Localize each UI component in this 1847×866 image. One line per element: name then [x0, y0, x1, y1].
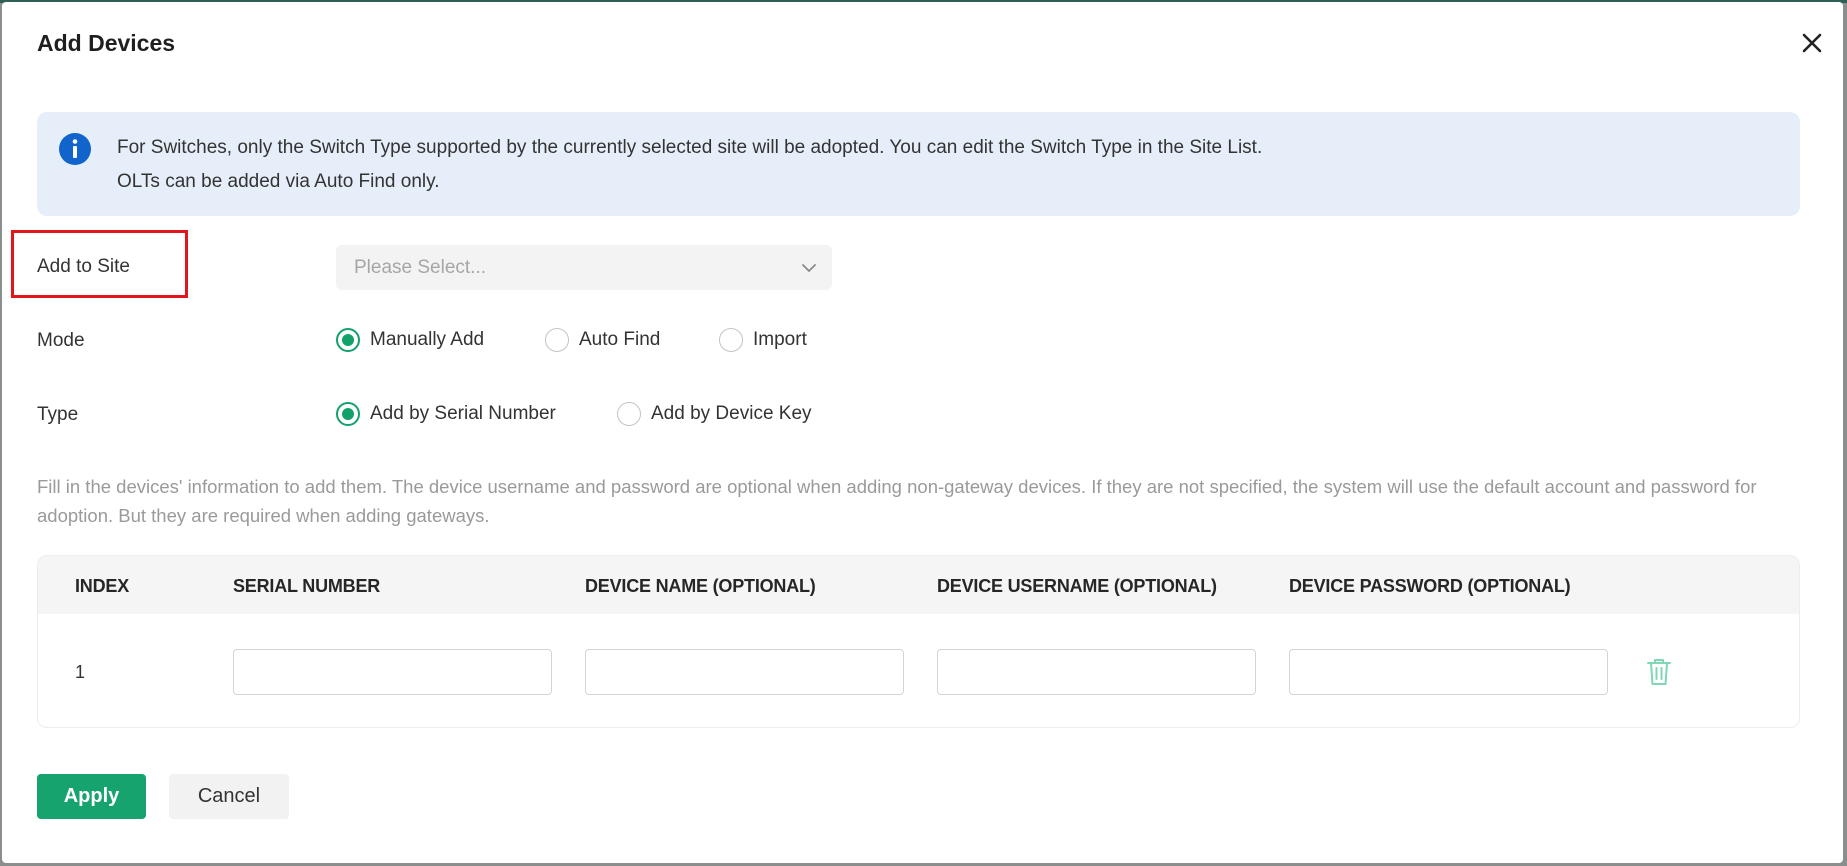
- mode-label: Mode: [37, 330, 85, 351]
- info-icon: [59, 133, 91, 165]
- instructions-text: Fill in the devices' information to add …: [37, 476, 1757, 526]
- row-index: 1: [75, 662, 86, 682]
- info-text-line-1: For Switches, only the Switch Type suppo…: [117, 137, 1263, 158]
- cancel-button[interactable]: Cancel: [169, 774, 289, 819]
- mode-auto-find-radio[interactable]: Auto Find: [545, 328, 660, 352]
- mode-option-label: Manually Add: [370, 329, 485, 350]
- apply-button[interactable]: Apply: [37, 774, 146, 819]
- column-header-device-name: DEVICE NAME (OPTIONAL): [585, 576, 816, 596]
- info-text-line-2: OLTs can be added via Auto Find only.: [117, 171, 440, 192]
- chevron-down-icon: [802, 264, 816, 272]
- type-option-label: Add by Device Key: [651, 403, 812, 424]
- close-button[interactable]: [1796, 27, 1828, 59]
- trash-icon[interactable]: [1644, 656, 1674, 688]
- site-select[interactable]: Please Select...: [336, 245, 832, 290]
- column-header-device-password: DEVICE PASSWORD (OPTIONAL): [1289, 576, 1571, 596]
- mode-import-radio[interactable]: Import: [719, 328, 807, 352]
- radio-unchecked-icon: [617, 402, 641, 426]
- column-header-device-username: DEVICE USERNAME (OPTIONAL): [937, 576, 1217, 596]
- column-header-serial-number: SERIAL NUMBER: [233, 576, 381, 596]
- type-device-key-radio[interactable]: Add by Device Key: [617, 402, 812, 426]
- radio-checked-icon: [336, 402, 360, 426]
- dialog-title: Add Devices: [37, 30, 176, 56]
- type-serial-number-radio[interactable]: Add by Serial Number: [336, 402, 556, 426]
- column-header-index: INDEX: [75, 576, 130, 596]
- radio-unchecked-icon: [545, 328, 569, 352]
- radio-checked-icon: [336, 328, 360, 352]
- device-username-input[interactable]: [937, 649, 1256, 695]
- mode-option-label: Auto Find: [579, 329, 661, 350]
- mode-option-label: Import: [753, 329, 807, 350]
- serial-number-input[interactable]: [233, 649, 552, 695]
- device-name-input[interactable]: [585, 649, 904, 695]
- device-password-input[interactable]: [1289, 649, 1608, 695]
- mode-manually-add-radio[interactable]: Manually Add: [336, 328, 484, 352]
- type-option-label: Add by Serial Number: [370, 403, 556, 424]
- devices-table: INDEX SERIAL NUMBER DEVICE NAME (OPTIONA…: [37, 555, 1800, 728]
- add-devices-dialog: Add Devices For Switches, only the Switc…: [2, 2, 1843, 863]
- info-banner: For Switches, only the Switch Type suppo…: [37, 112, 1800, 216]
- add-to-site-label: Add to Site: [37, 256, 130, 277]
- radio-unchecked-icon: [719, 328, 743, 352]
- type-label: Type: [37, 404, 79, 425]
- site-select-placeholder: Please Select...: [354, 257, 487, 278]
- close-icon: [1802, 33, 1822, 53]
- table-header: INDEX SERIAL NUMBER DEVICE NAME (OPTIONA…: [38, 556, 1799, 614]
